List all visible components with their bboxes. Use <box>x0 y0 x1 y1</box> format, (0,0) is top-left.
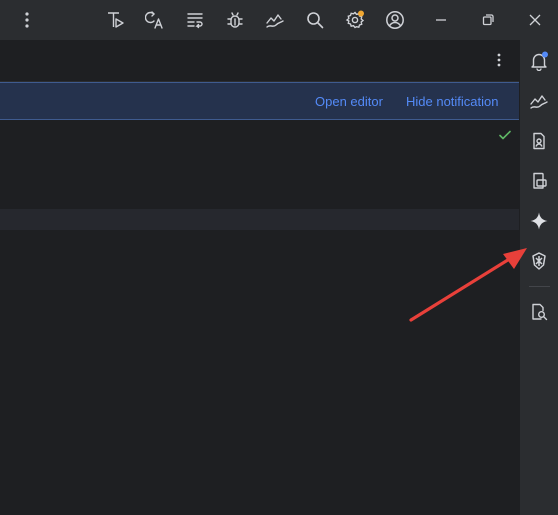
minimize-icon[interactable] <box>429 8 453 32</box>
hide-notification-link[interactable]: Hide notification <box>406 94 499 109</box>
profiler-icon[interactable] <box>528 90 550 112</box>
logcat-search-icon[interactable] <box>528 301 550 323</box>
caret-row-highlight <box>0 209 519 230</box>
settings-icon[interactable] <box>343 8 367 32</box>
profiler-icon[interactable] <box>263 8 287 32</box>
debug-icon[interactable] <box>223 8 247 32</box>
more-vertical-icon[interactable] <box>487 48 511 72</box>
editor-notification-banner: Open editor Hide notification <box>0 82 519 120</box>
running-devices-icon[interactable] <box>528 170 550 192</box>
translate-icon[interactable] <box>143 8 167 32</box>
ide-window: Open editor Hide notification <box>0 0 558 515</box>
right-tool-window-bar <box>519 40 558 515</box>
editor-tab-strip <box>0 40 519 82</box>
gemini-icon[interactable] <box>528 210 550 232</box>
restore-icon[interactable] <box>476 8 500 32</box>
device-manager-icon[interactable] <box>528 130 550 152</box>
run-test-icon[interactable] <box>103 8 127 32</box>
more-vertical-icon[interactable] <box>15 8 39 32</box>
toolbar-divider <box>529 286 550 287</box>
title-bar <box>0 0 558 40</box>
commit-icon[interactable] <box>183 8 207 32</box>
app-quality-insights-icon[interactable] <box>528 250 550 272</box>
notifications-icon[interactable] <box>528 50 550 72</box>
close-icon[interactable] <box>523 8 547 32</box>
search-icon[interactable] <box>303 8 327 32</box>
checkmark-icon <box>499 130 511 140</box>
account-icon[interactable] <box>383 8 407 32</box>
editor-area[interactable] <box>0 120 519 515</box>
open-editor-link[interactable]: Open editor <box>315 94 383 109</box>
